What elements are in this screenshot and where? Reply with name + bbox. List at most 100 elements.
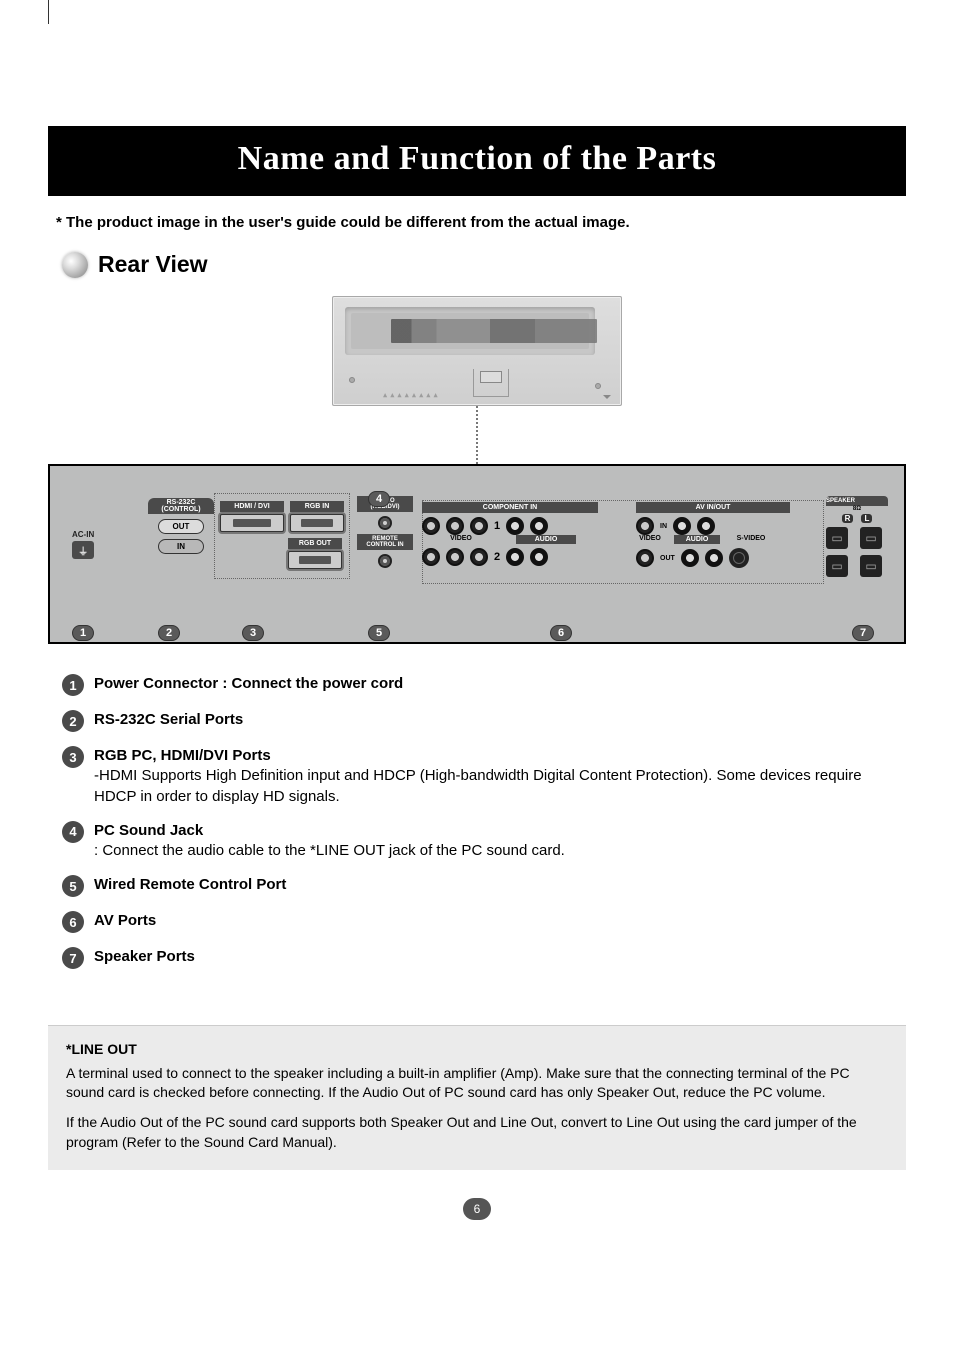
rca-audio-r-icon bbox=[697, 517, 715, 535]
overview-panel: ▲▲▲▲▲▲▲▲ bbox=[332, 296, 622, 406]
rca-y-icon bbox=[422, 548, 440, 566]
component-video-label: VIDEO bbox=[422, 535, 500, 544]
callout-bullet-1: 1 bbox=[72, 625, 94, 641]
line-out-footnote: *LINE OUT A terminal used to connect to … bbox=[48, 1025, 906, 1170]
speaker-r-tag: R bbox=[842, 514, 854, 523]
rs232-header: RS-232C (CONTROL) bbox=[148, 498, 214, 514]
section-title: Rear View bbox=[98, 251, 208, 278]
legend-text: RS-232C Serial Ports bbox=[94, 710, 243, 730]
legend-title: Wired Remote Control Port bbox=[94, 876, 286, 893]
legend-title: PC Sound Jack bbox=[94, 822, 203, 839]
legend-item-7: 7 Speaker Ports bbox=[62, 947, 906, 969]
av-in-label: IN bbox=[660, 523, 667, 530]
rca-audio-l-icon bbox=[673, 517, 691, 535]
crop-mark bbox=[48, 0, 49, 24]
callout-3-box bbox=[214, 493, 350, 579]
legend-bullet: 1 bbox=[62, 674, 84, 696]
legend-title: RS-232C Serial Ports bbox=[94, 711, 243, 728]
av-out-label: OUT bbox=[660, 555, 675, 562]
rgb-hdmi-cluster: HDMI / DVI RGB IN RGB OUT bbox=[220, 501, 350, 569]
page: Name and Function of the Parts * The pro… bbox=[0, 0, 954, 1220]
av-out-row: OUT bbox=[636, 548, 796, 568]
legend-title: Power Connector : Connect the power cord bbox=[94, 675, 403, 692]
component-cluster: COMPONENT IN 1 VIDEO AUDIO 2 bbox=[422, 502, 622, 566]
rca-pr-icon bbox=[470, 548, 488, 566]
legend-text: RGB PC, HDMI/DVI Ports -HDMI Supports Hi… bbox=[94, 746, 906, 807]
legend-bullet: 6 bbox=[62, 911, 84, 933]
legend-text: PC Sound Jack : Connect the audio cable … bbox=[94, 821, 565, 862]
speaker-impedance: 8Ω bbox=[826, 506, 888, 512]
page-number-wrap: 6 bbox=[48, 1198, 906, 1220]
callout-bullet-5: 5 bbox=[368, 625, 390, 641]
rca-audio-l-icon bbox=[506, 517, 524, 535]
ac-in-cluster: AC-IN bbox=[72, 498, 94, 559]
component-row-1: 1 bbox=[422, 517, 622, 535]
svideo-label: S-VIDEO bbox=[730, 535, 772, 544]
rca-pb-icon bbox=[446, 548, 464, 566]
rca-audio-l-icon bbox=[681, 549, 699, 567]
legend-body: : Connect the audio cable to the *LINE O… bbox=[94, 842, 565, 859]
component-row1-num: 1 bbox=[494, 520, 500, 532]
speaker-terminal-icon: ▭ bbox=[860, 555, 882, 577]
legend-title: Speaker Ports bbox=[94, 948, 195, 965]
footnote-heading: *LINE OUT bbox=[66, 1040, 888, 1060]
image-disclaimer: * The product image in the user's guide … bbox=[56, 214, 906, 231]
av-cluster: AV IN/OUT IN VIDEO AUDIO S-VIDEO OUT bbox=[636, 502, 796, 568]
legend-bullet: 7 bbox=[62, 947, 84, 969]
vent-dots: ▲▲▲▲▲▲▲▲ bbox=[383, 391, 441, 399]
callout-bullet-3: 3 bbox=[242, 625, 264, 641]
rca-pb-icon bbox=[446, 517, 464, 535]
legend-text: AV Ports bbox=[94, 911, 156, 931]
rca-audio-r-icon bbox=[705, 549, 723, 567]
rca-audio-l-icon bbox=[506, 548, 524, 566]
legend-bullet: 4 bbox=[62, 821, 84, 843]
speaker-cluster: SPEAKER 8Ω R L ▭ ▭ ▭ ▭ bbox=[826, 496, 888, 577]
callout-bullet-2: 2 bbox=[158, 625, 180, 641]
legend-item-5: 5 Wired Remote Control Port bbox=[62, 875, 906, 897]
rca-audio-r-icon bbox=[530, 517, 548, 535]
callout-bullet-4: 4 bbox=[368, 491, 390, 507]
rca-video-out-icon bbox=[636, 549, 654, 567]
component-header: COMPONENT IN bbox=[422, 502, 598, 513]
rca-audio-r-icon bbox=[530, 548, 548, 566]
speaker-header: SPEAKER bbox=[826, 496, 888, 506]
av-audio-label: AUDIO bbox=[674, 535, 720, 544]
legend-list: 1 Power Connector : Connect the power co… bbox=[62, 674, 906, 969]
speaker-l-tag: L bbox=[861, 514, 872, 523]
component-audio-label: AUDIO bbox=[516, 535, 576, 544]
ac-socket-icon bbox=[72, 541, 94, 559]
overview-port-strip bbox=[391, 319, 597, 343]
legend-item-2: 2 RS-232C Serial Ports bbox=[62, 710, 906, 732]
av-video-label: VIDEO bbox=[636, 535, 664, 544]
av-header: AV IN/OUT bbox=[636, 502, 790, 513]
legend-text: Power Connector : Connect the power cord bbox=[94, 674, 403, 694]
page-banner: Name and Function of the Parts bbox=[48, 126, 906, 196]
legend-bullet: 5 bbox=[62, 875, 84, 897]
rca-y-icon bbox=[422, 517, 440, 535]
overview-panel-wrap: ▲▲▲▲▲▲▲▲ bbox=[48, 296, 906, 406]
rs232-cluster: RS-232C (CONTROL) OUT IN bbox=[148, 498, 214, 559]
screw-icon bbox=[349, 377, 355, 383]
component-row2-num: 2 bbox=[494, 551, 500, 563]
speaker-terminal-icon: ▭ bbox=[826, 527, 848, 549]
legend-bullet: 3 bbox=[62, 746, 84, 768]
page-number: 6 bbox=[463, 1198, 491, 1220]
legend-body: -HDMI Supports High Definition input and… bbox=[94, 767, 862, 804]
rca-pr-icon bbox=[470, 517, 488, 535]
av-in-row: IN bbox=[636, 517, 796, 535]
sphere-icon bbox=[62, 252, 88, 278]
legend-text: Wired Remote Control Port bbox=[94, 875, 286, 895]
speaker-terminal-icon: ▭ bbox=[860, 527, 882, 549]
overview-slot bbox=[473, 369, 509, 397]
legend-item-1: 1 Power Connector : Connect the power co… bbox=[62, 674, 906, 696]
footnote-p1: A terminal used to connect to the speake… bbox=[66, 1064, 888, 1103]
callout-bullet-7: 7 bbox=[852, 625, 874, 641]
speaker-terminal-grid: ▭ ▭ ▭ ▭ bbox=[826, 527, 888, 577]
legend-title: AV Ports bbox=[94, 912, 156, 929]
rca-video-in-icon bbox=[636, 517, 654, 535]
callout-bullet-6: 6 bbox=[550, 625, 572, 641]
screw-icon bbox=[595, 383, 601, 389]
legend-item-3: 3 RGB PC, HDMI/DVI Ports -HDMI Supports … bbox=[62, 746, 906, 807]
legend-title: RGB PC, HDMI/DVI Ports bbox=[94, 747, 271, 764]
legend-bullet: 2 bbox=[62, 710, 84, 732]
